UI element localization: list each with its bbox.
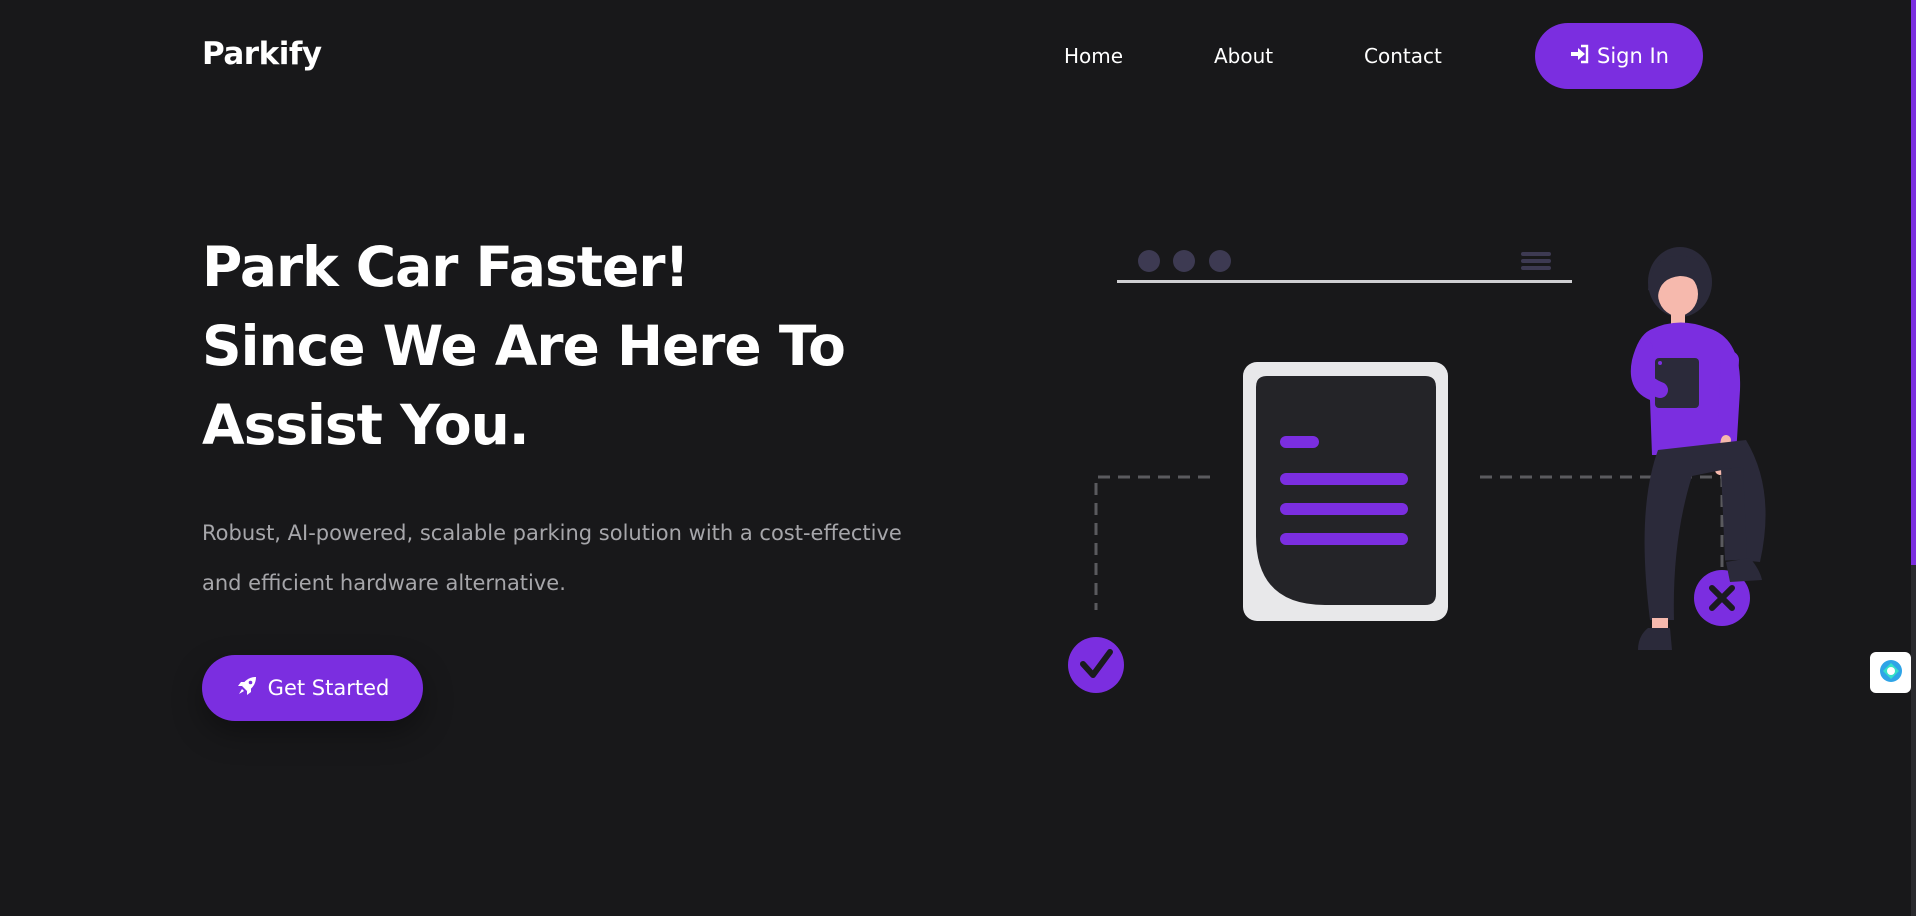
hero-description-line: Robust, AI-powered, scalable parking sol… <box>202 521 902 545</box>
landing-page: Parkify Home About Contact Sign In Park … <box>0 0 1916 916</box>
sign-in-icon <box>1569 44 1589 69</box>
browser-bar-graphic <box>1117 250 1572 283</box>
hero-title: Park Car Faster! Since We Are Here To As… <box>202 228 846 465</box>
get-started-button[interactable]: Get Started <box>202 655 423 721</box>
rocket-icon <box>236 675 258 702</box>
page-scrollbar[interactable] <box>1911 0 1916 916</box>
assistant-icon <box>1879 659 1903 687</box>
document-graphic <box>1243 362 1448 621</box>
hero-description-line: and efficient hardware alternative. <box>202 571 566 595</box>
logo[interactable]: Parkify <box>202 36 322 72</box>
nav-about-link[interactable]: About <box>1214 44 1273 68</box>
sign-in-button[interactable]: Sign In <box>1535 23 1703 89</box>
hero-title-line: Since We Are Here To <box>202 314 846 378</box>
nav-home-link[interactable]: Home <box>1064 44 1123 68</box>
hero-description: Robust, AI-powered, scalable parking sol… <box>202 508 962 608</box>
check-icon <box>1068 637 1124 693</box>
assistant-widget-button[interactable] <box>1870 652 1911 693</box>
sign-in-label: Sign In <box>1597 44 1669 68</box>
hero-title-line: Assist You. <box>202 393 530 457</box>
hero-illustration <box>1068 247 1766 693</box>
hero-title-line: Park Car Faster! <box>202 235 690 299</box>
get-started-label: Get Started <box>267 676 390 700</box>
scrollbar-thumb[interactable] <box>1911 0 1916 565</box>
nav-contact-link[interactable]: Contact <box>1364 44 1442 68</box>
